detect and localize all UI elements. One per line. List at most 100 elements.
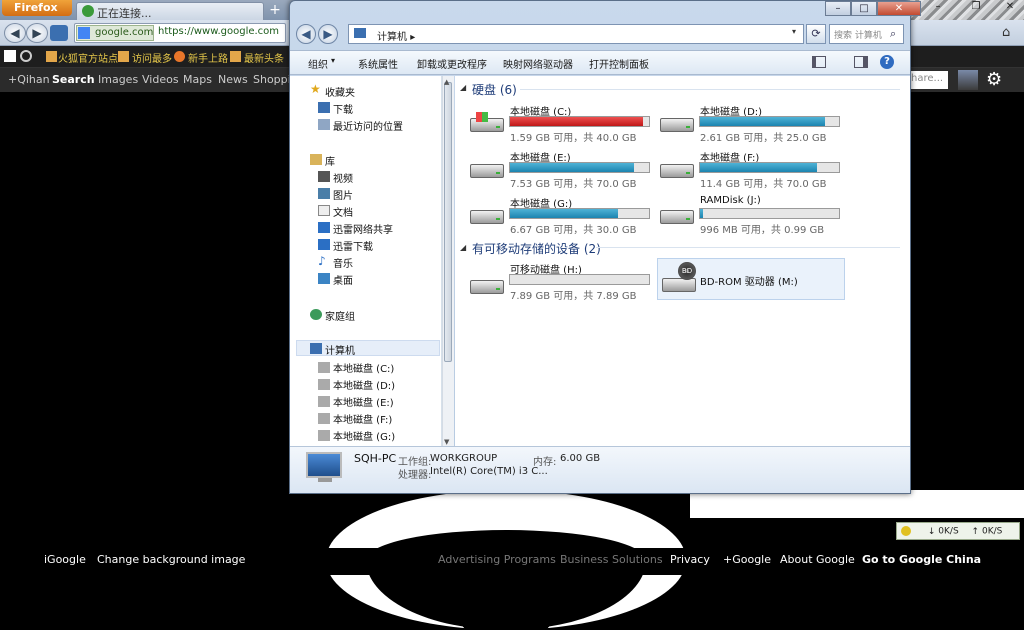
- back-icon[interactable]: ◀: [4, 23, 26, 43]
- google-favicon-icon: [78, 27, 90, 39]
- bookmark-item[interactable]: 访问最多: [132, 50, 172, 65]
- nav-item-pictures[interactable]: 图片: [333, 187, 353, 203]
- nav-item-documents[interactable]: 文档: [333, 204, 353, 220]
- nav-computer[interactable]: 计算机: [325, 342, 355, 358]
- organize-button[interactable]: 组织: [308, 56, 328, 71]
- nav-item-desktop[interactable]: 桌面: [333, 272, 353, 288]
- drive-d-info: 2.61 GB 可用，共 25.0 GB: [700, 133, 827, 144]
- nav-scroll-thumb[interactable]: [444, 82, 452, 362]
- collapse-icon[interactable]: ◢: [460, 83, 466, 92]
- nav-item-drive-e[interactable]: 本地磁盘 (E:): [333, 394, 394, 410]
- view-options-icon[interactable]: [812, 56, 826, 68]
- chevron-down-icon[interactable]: ▾: [792, 27, 796, 36]
- map-network-drive-button[interactable]: 映射网络驱动器: [503, 56, 573, 71]
- drive-icon: [318, 396, 330, 407]
- forward-icon[interactable]: ▶: [318, 24, 338, 44]
- nav-favorites[interactable]: 收藏夹: [325, 84, 355, 100]
- bookmark-item[interactable]: 火狐官方站点: [58, 50, 118, 65]
- footer-link[interactable]: About Google: [780, 553, 855, 566]
- nav-item-thunder-share[interactable]: 迅雷网络共享: [333, 221, 393, 237]
- drive-m-name[interactable]: BD-ROM 驱动器 (M:): [700, 273, 798, 288]
- refresh-icon[interactable]: ⟳: [806, 24, 826, 44]
- footer-link[interactable]: Advertising Programs: [438, 553, 556, 566]
- drive-j-name[interactable]: RAMDisk (J:): [700, 195, 761, 206]
- new-tab-button[interactable]: +: [266, 3, 284, 19]
- history-icon[interactable]: [20, 50, 32, 62]
- drive-g-info: 6.67 GB 可用，共 30.0 GB: [510, 225, 637, 236]
- close-icon[interactable]: ✕: [877, 1, 921, 16]
- bd-disc-icon: BD: [678, 262, 696, 280]
- memory-value: 6.00 GB: [560, 453, 601, 464]
- collapse-icon[interactable]: ◢: [460, 243, 466, 252]
- footer-link[interactable]: Business Solutions: [560, 553, 663, 566]
- back-icon[interactable]: ◀: [296, 24, 316, 44]
- bookmark-item[interactable]: 新手上路: [188, 50, 228, 65]
- minimize-icon[interactable]: –: [825, 1, 851, 16]
- chevron-right-icon[interactable]: ▸: [410, 32, 415, 43]
- maximize-icon[interactable]: □: [851, 1, 877, 16]
- nav-item-downloads[interactable]: 下载: [333, 101, 353, 117]
- drive-usage-fill: [510, 117, 643, 126]
- drive-icon: [318, 430, 330, 441]
- address-bar[interactable]: 计算机 ▸: [348, 24, 804, 44]
- nav-item-music[interactable]: 音乐: [333, 255, 353, 271]
- recent-places-icon: [318, 119, 330, 130]
- open-control-panel-button[interactable]: 打开控制面板: [589, 56, 649, 71]
- uninstall-programs-button[interactable]: 卸载或更改程序: [417, 56, 487, 71]
- ff-restore-icon[interactable]: ❐: [966, 0, 986, 15]
- nav-item-drive-f[interactable]: 本地磁盘 (F:): [333, 411, 392, 427]
- home-icon[interactable]: [50, 25, 68, 41]
- forward-icon[interactable]: ▶: [26, 23, 48, 43]
- footer-link[interactable]: Change background image: [97, 553, 245, 566]
- download-icon: [318, 102, 330, 113]
- gbar-item-search[interactable]: Search: [52, 73, 95, 86]
- computer-icon: [310, 343, 322, 354]
- workgroup-value: WORKGROUP: [430, 453, 498, 464]
- share-input[interactable]: hare...: [908, 71, 948, 89]
- footer-link[interactable]: +Google: [723, 553, 771, 566]
- footer-link[interactable]: iGoogle: [44, 553, 86, 566]
- cpu-label: 处理器:: [398, 470, 432, 481]
- drive-usage-fill: [700, 163, 817, 172]
- search-icon[interactable]: ⌕: [890, 27, 896, 41]
- preview-pane-icon[interactable]: [854, 56, 868, 68]
- drive-icon: [318, 379, 330, 390]
- hard-disks-header[interactable]: 硬盘 (6): [472, 81, 517, 98]
- ff-minimize-icon[interactable]: –: [928, 0, 948, 15]
- nav-libraries[interactable]: 库: [325, 153, 335, 169]
- system-properties-button[interactable]: 系统属性: [358, 56, 398, 71]
- nav-item-drive-d[interactable]: 本地磁盘 (D:): [333, 377, 395, 393]
- bookmark-item[interactable]: 最新头条: [244, 50, 284, 65]
- gbar-item[interactable]: Maps: [183, 73, 212, 86]
- nav-item-videos[interactable]: 视频: [333, 170, 353, 186]
- nav-item-recent[interactable]: 最近访问的位置: [333, 118, 403, 134]
- removable-header[interactable]: 有可移动存储的设备 (2): [472, 240, 601, 257]
- chevron-down-icon[interactable]: ▾: [331, 56, 335, 65]
- gbar-item[interactable]: Images: [98, 73, 138, 86]
- nav-homegroup[interactable]: 家庭组: [325, 308, 355, 324]
- thunder-download-icon: [318, 239, 330, 250]
- help-icon[interactable]: ?: [880, 55, 894, 69]
- footer-link[interactable]: Privacy: [670, 553, 710, 566]
- firefox-menu-button[interactable]: Firefox: [2, 0, 72, 16]
- nav-item-thunder-download[interactable]: 迅雷下载: [333, 238, 373, 254]
- ff-close-icon[interactable]: ✕: [1000, 0, 1020, 15]
- nav-item-drive-g[interactable]: 本地磁盘 (G:): [333, 428, 395, 444]
- browser-tab[interactable]: 正在连接...: [76, 2, 264, 20]
- nav-item-drive-c[interactable]: 本地磁盘 (C:): [333, 360, 394, 376]
- star-icon: ★: [310, 82, 321, 96]
- gbar-item[interactable]: +Qihan: [8, 73, 50, 86]
- avatar[interactable]: [958, 70, 978, 90]
- gbar-item[interactable]: News: [218, 73, 248, 86]
- gear-icon[interactable]: ⚙: [986, 69, 1002, 90]
- bookmark-menu-icon[interactable]: [4, 50, 16, 62]
- footer-link[interactable]: Go to Google China: [862, 553, 981, 566]
- scroll-up-icon[interactable]: ▲: [444, 78, 449, 86]
- bookmark-folder-icon: [118, 51, 129, 62]
- scroll-down-icon[interactable]: ▼: [444, 438, 449, 446]
- gbar-item[interactable]: Videos: [142, 73, 179, 86]
- breadcrumb[interactable]: 计算机: [377, 32, 407, 43]
- search-icon[interactable]: ⌂: [1002, 25, 1010, 40]
- up-arrow-icon: ↑: [971, 526, 980, 537]
- drive-icon: [660, 204, 694, 226]
